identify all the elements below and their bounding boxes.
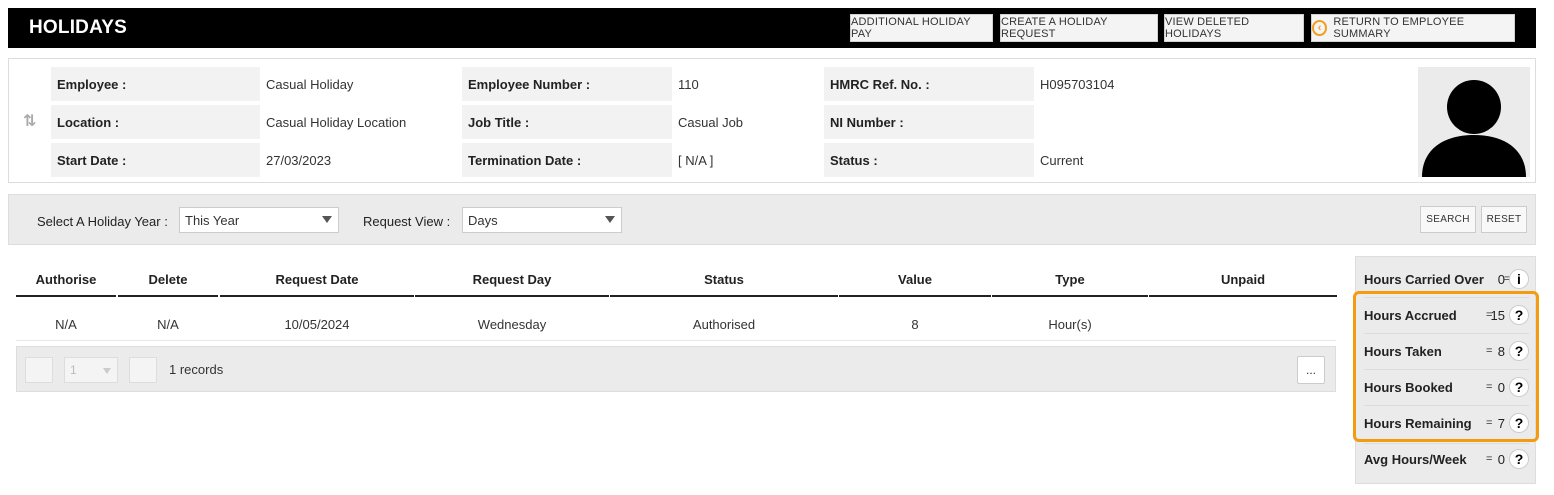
header-underline: [118, 295, 218, 297]
page-header: HOLIDAYS ADDITIONAL HOLIDAY PAY CREATE A…: [8, 8, 1536, 48]
employee-number-label: Employee Number :: [462, 67, 672, 101]
job-title-value: Casual Job: [678, 114, 744, 130]
next-page-button[interactable]: [129, 357, 157, 383]
chevron-left-circle-icon: ‹: [1312, 20, 1328, 36]
summary-value: 0: [1497, 452, 1505, 467]
page-select[interactable]: 1: [64, 357, 118, 383]
return-to-employee-summary-button[interactable]: ‹ RETURN TO EMPLOYEE SUMMARY: [1311, 14, 1515, 42]
request-view-value: Days: [468, 212, 498, 228]
ni-number-value: [1034, 105, 1414, 139]
location-label: Location :: [51, 105, 260, 139]
swap-vertical-icon[interactable]: ⇅: [23, 111, 36, 131]
hmrc-ref-value: H095703104: [1040, 76, 1115, 92]
person-silhouette-icon: [1422, 80, 1526, 177]
cell-type: Hour(s): [1048, 317, 1092, 332]
start-date-label: Start Date :: [51, 143, 260, 177]
column-header-unpaid[interactable]: Unpaid: [1149, 272, 1337, 296]
page-title: HOLIDAYS: [29, 17, 128, 38]
help-icon[interactable]: ?: [1509, 449, 1529, 469]
records-count: 1 records: [169, 362, 224, 377]
cell-request-day: Wednesday: [477, 317, 547, 332]
filter-bar: Select A Holiday Year : This Year Reques…: [8, 194, 1536, 245]
pagination-bar: 1 1 records ...: [16, 346, 1336, 392]
highlight-box: [1353, 291, 1539, 442]
prev-page-button[interactable]: [25, 357, 53, 383]
column-header-status[interactable]: Status: [610, 272, 838, 296]
header-underline: [839, 295, 991, 297]
create-holiday-request-button[interactable]: CREATE A HOLIDAY REQUEST: [1000, 14, 1158, 42]
employee-info-panel: ⇅ Employee : Casual Holiday Employee Num…: [8, 58, 1536, 183]
ni-number-label: NI Number :: [824, 105, 1034, 139]
status-value: Current: [1040, 152, 1084, 168]
page-select-value: 1: [70, 363, 77, 377]
holiday-year-label: Select A Holiday Year :: [37, 214, 168, 229]
employee-number-value: 110: [678, 76, 699, 92]
additional-holiday-pay-button[interactable]: ADDITIONAL HOLIDAY PAY: [850, 14, 993, 42]
column-header-request-date[interactable]: Request Date: [220, 272, 414, 296]
column-header-type[interactable]: Type: [992, 272, 1148, 296]
employee-value: Casual Holiday: [266, 76, 354, 92]
summary-label: Avg Hours/Week: [1364, 452, 1467, 467]
termination-date-label: Termination Date :: [462, 143, 672, 177]
holiday-year-select[interactable]: This Year: [179, 207, 339, 233]
avatar: [1418, 67, 1530, 177]
cell-delete: N/A: [157, 317, 179, 332]
search-button[interactable]: SEARCH: [1420, 206, 1476, 233]
summary-equals: =: [1486, 453, 1493, 465]
header-underline: [16, 295, 116, 297]
job-title-label: Job Title :: [462, 105, 672, 139]
view-deleted-holidays-button[interactable]: VIEW DELETED HOLIDAYS: [1164, 14, 1304, 42]
more-options-button[interactable]: ...: [1297, 356, 1325, 384]
summary-value: 0: [1497, 272, 1505, 287]
termination-date-value: [ N/A ]: [678, 152, 714, 168]
holiday-requests-table: Authorise Delete Request Date Request Da…: [8, 256, 1345, 484]
cell-authorise: N/A: [55, 317, 77, 332]
column-header-request-day[interactable]: Request Day: [415, 272, 609, 296]
hmrc-ref-label: HMRC Ref. No. :: [824, 67, 1034, 101]
header-underline: [610, 295, 838, 297]
row-divider: [16, 340, 1336, 341]
location-value: Casual Holiday Location: [266, 114, 407, 130]
request-view-label: Request View :: [363, 214, 451, 229]
header-underline: [220, 295, 414, 297]
caret-down-icon: [322, 216, 332, 223]
caret-down-icon: [605, 216, 615, 223]
holiday-year-value: This Year: [185, 212, 240, 228]
request-view-select[interactable]: Days: [462, 207, 622, 233]
info-icon[interactable]: i: [1509, 269, 1529, 289]
header-underline: [1149, 295, 1337, 297]
cell-status: Authorised: [692, 317, 756, 332]
summary-avg-hours-week: Avg Hours/Week = 0 ?: [1364, 441, 1529, 477]
holidays-page: HOLIDAYS ADDITIONAL HOLIDAY PAY CREATE A…: [8, 8, 1539, 484]
start-date-value: 27/03/2023: [266, 152, 332, 168]
header-underline: [992, 295, 1148, 297]
employee-label: Employee :: [51, 67, 260, 101]
status-label: Status :: [824, 143, 1034, 177]
column-header-delete[interactable]: Delete: [118, 272, 218, 296]
cell-value: 8: [911, 317, 919, 332]
column-header-value[interactable]: Value: [839, 272, 991, 296]
return-to-employee-summary-label: RETURN TO EMPLOYEE SUMMARY: [1333, 16, 1465, 40]
reset-button[interactable]: RESET: [1481, 206, 1527, 233]
caret-down-icon: [103, 368, 111, 374]
column-header-authorise[interactable]: Authorise: [16, 272, 116, 296]
header-underline: [415, 295, 609, 297]
summary-label: Hours Carried Over: [1364, 272, 1484, 287]
cell-request-date: 10/05/2024: [284, 317, 350, 332]
